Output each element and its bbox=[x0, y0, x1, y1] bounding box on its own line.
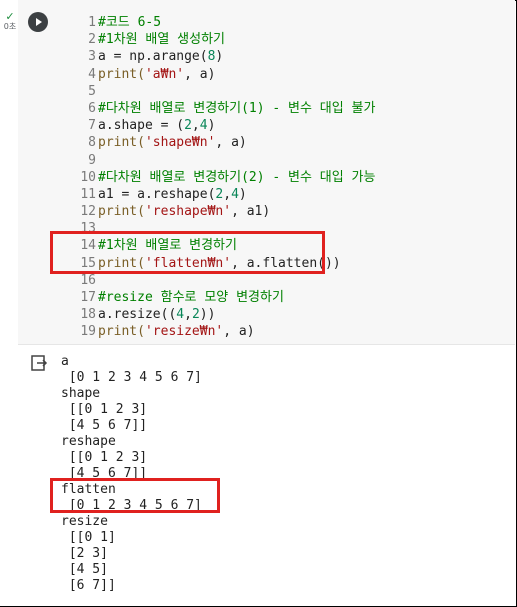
code-token: 'reshape₩n' bbox=[144, 204, 232, 220]
code-token: 4 bbox=[176, 307, 185, 323]
line-number: 16 bbox=[80, 272, 96, 288]
code-text: a1 = a.reshape(2,4) bbox=[98, 186, 247, 203]
code-line[interactable]: 11 a1 = a.reshape(2,4) bbox=[18, 186, 515, 203]
line-number: 3 bbox=[88, 49, 96, 65]
code-token: 2 bbox=[184, 118, 192, 134]
code-text: print('reshape₩n', a1) bbox=[98, 203, 270, 220]
line-number: 18 bbox=[80, 307, 96, 323]
code-token: ) bbox=[238, 186, 247, 202]
code-line[interactable]: 3a = np.arange(8) bbox=[18, 48, 515, 65]
code-line[interactable]: 4 print('a₩n', a) bbox=[18, 66, 515, 83]
code-line[interactable]: 1 #코드 6-5 bbox=[18, 14, 515, 31]
line-number: 6 bbox=[88, 100, 96, 116]
code-token: #1차원 배열 생성하기 bbox=[98, 32, 225, 48]
code-token: #다차원 배열로 변경하기(1) - 변수 대입 불가 bbox=[98, 100, 376, 116]
code-line[interactable]: 7 a.shape = (2,4) bbox=[18, 117, 515, 134]
code-token: ) bbox=[207, 118, 216, 134]
code-line[interactable]: 9 bbox=[18, 152, 515, 169]
code-token: #코드 6-5 bbox=[98, 15, 162, 30]
line-number: 12 bbox=[80, 204, 96, 220]
line-number: 9 bbox=[88, 152, 96, 168]
code-token: a.shape = ( bbox=[98, 118, 185, 134]
line-number: 11 bbox=[80, 186, 96, 202]
code-token: 'shape₩n' bbox=[144, 135, 216, 151]
code-text: print('resize₩n', a) bbox=[98, 323, 255, 340]
code-token: , a) bbox=[215, 135, 247, 151]
line-number: 5 bbox=[88, 83, 96, 99]
cell-gutter: ✓ 0초 bbox=[0, 0, 18, 606]
code-token: a = np.arange( bbox=[98, 49, 208, 65]
code-text: #다차원 배열로 변경하기(2) - 변수 대입 가능 bbox=[98, 169, 375, 186]
code-text: a.resize((4,2)) bbox=[98, 306, 215, 323]
execution-duration: 0초 bbox=[3, 22, 17, 31]
code-token: , bbox=[191, 118, 200, 134]
line-number: 8 bbox=[88, 135, 96, 151]
code-token: , bbox=[184, 307, 192, 323]
code-token: print( bbox=[98, 204, 145, 220]
line-number: 19 bbox=[80, 324, 96, 340]
code-token: print( bbox=[98, 66, 145, 82]
line-number: 1 bbox=[88, 15, 96, 30]
code-token: #resize 함수로 모양 변경하기 bbox=[98, 290, 284, 305]
code-text: #1차원 배열 생성하기 bbox=[98, 31, 225, 48]
code-token: #다차원 배열로 변경하기(2) - 변수 대입 가능 bbox=[98, 169, 376, 185]
code-line[interactable]: 17 #resize 함수로 모양 변경하기 bbox=[18, 289, 515, 306]
line-number: 10 bbox=[80, 169, 96, 185]
highlight-box-output bbox=[50, 478, 220, 513]
output-icon[interactable] bbox=[30, 354, 48, 372]
code-token: a1 = a.reshape( bbox=[98, 186, 216, 202]
code-line[interactable]: 12 print('reshape₩n', a1) bbox=[18, 203, 515, 220]
line-number: 17 bbox=[80, 290, 96, 305]
code-token: 'a₩n' bbox=[144, 66, 185, 82]
execution-status: ✓ 0초 bbox=[3, 11, 17, 31]
code-token: a.resize(( bbox=[98, 307, 177, 323]
code-text: a = np.arange(8) bbox=[98, 48, 223, 65]
code-token: ) bbox=[215, 49, 224, 65]
line-number: 4 bbox=[88, 66, 96, 82]
code-line[interactable]: 2 #1차원 배열 생성하기 bbox=[18, 31, 515, 48]
code-token: )) bbox=[199, 307, 216, 323]
code-token: , a) bbox=[184, 66, 216, 82]
code-text: #다차원 배열로 변경하기(1) - 변수 대입 불가 bbox=[98, 100, 375, 117]
code-line[interactable]: 6 #다차원 배열로 변경하기(1) - 변수 대입 불가 bbox=[18, 100, 515, 117]
code-token: print( bbox=[98, 324, 145, 340]
line-number: 2 bbox=[88, 32, 96, 48]
code-line[interactable]: 19 print('resize₩n', a) bbox=[18, 323, 515, 340]
code-text: #resize 함수로 모양 변경하기 bbox=[98, 289, 284, 306]
check-icon: ✓ bbox=[5, 10, 15, 23]
highlight-box-code bbox=[50, 231, 325, 274]
code-token: , a1) bbox=[231, 204, 271, 220]
code-text: #코드 6-5 bbox=[98, 14, 161, 31]
code-token: 'resize₩n' bbox=[144, 324, 224, 340]
output-text: a [0 1 2 3 4 5 6 7] shape [[0 1 2 3] [4 … bbox=[61, 354, 202, 593]
code-token: 4 bbox=[231, 186, 239, 202]
code-line[interactable]: 5 bbox=[18, 83, 515, 100]
code-cell[interactable]: 1 #코드 6-5 2 #1차원 배열 생성하기 3 a = np.arange(8) 4 p… bbox=[18, 0, 515, 345]
code-token: , a) bbox=[223, 324, 255, 340]
code-token: 2 bbox=[191, 307, 200, 323]
code-line[interactable]: 8 print('shape₩n', a) bbox=[18, 134, 515, 151]
code-text: print('shape₩n', a) bbox=[98, 134, 247, 151]
code-editor[interactable]: 1 #코드 6-5 2 #1차원 배열 생성하기 3 a = np.arange(8) 4 p… bbox=[18, 14, 515, 341]
code-line[interactable]: 16 bbox=[18, 272, 515, 289]
line-number: 7 bbox=[88, 118, 96, 134]
code-token: print( bbox=[98, 135, 145, 151]
cell-output: a [0 1 2 3 4 5 6 7] shape [[0 1 2 3] [4 … bbox=[18, 345, 515, 598]
code-line[interactable]: 10 #다차원 배열로 변경하기(2) - 변수 대입 가능 bbox=[18, 169, 515, 186]
code-token: , bbox=[223, 186, 232, 202]
code-text: print('a₩n', a) bbox=[98, 66, 215, 83]
code-token: 4 bbox=[199, 118, 208, 134]
code-line[interactable]: 18 a.resize((4,2)) bbox=[18, 306, 515, 323]
code-text: a.shape = (2,4) bbox=[98, 117, 215, 134]
